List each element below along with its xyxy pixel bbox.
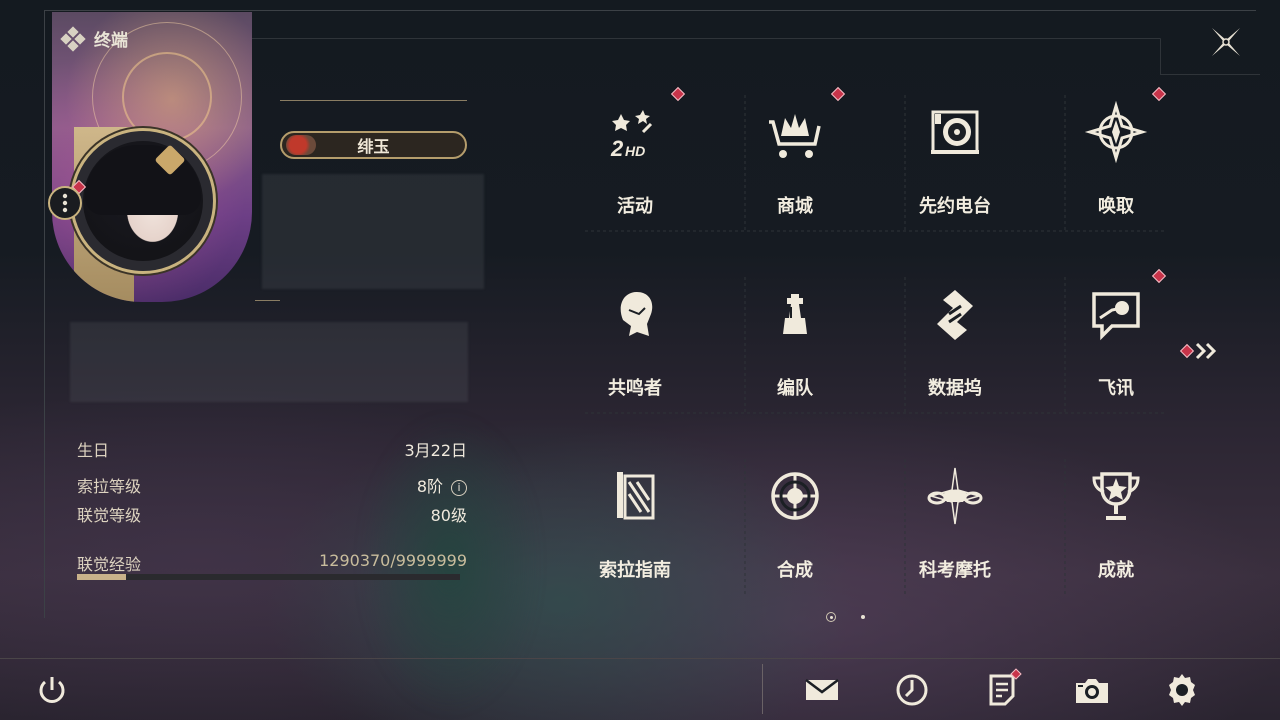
camera-button[interactable] <box>1070 668 1114 712</box>
guidebook-icon <box>617 472 655 520</box>
menu-label: 编队 <box>777 378 813 399</box>
player-name: 绯玉 <box>357 137 390 156</box>
resonator-portrait-icon <box>620 292 653 336</box>
notice-document-icon <box>989 674 1015 706</box>
close-button[interactable] <box>1206 22 1246 62</box>
sol-rank-value: 8阶 i <box>417 473 467 497</box>
menu-item-resonators[interactable]: 共鸣者 <box>585 274 685 414</box>
union-exp-bar <box>77 574 460 580</box>
redacted-signature <box>262 174 484 289</box>
menu-item-guidebook[interactable]: 索拉指南 <box>585 456 685 596</box>
power-icon <box>39 677 65 703</box>
menu-label: 飞讯 <box>1098 378 1134 399</box>
info-icon[interactable]: i <box>451 479 467 496</box>
menu-item-synthesis[interactable]: 合成 <box>745 456 845 596</box>
mail-button[interactable] <box>800 668 844 712</box>
menu-label: 科考摩托 <box>919 560 991 581</box>
frame-line <box>44 10 45 618</box>
avatar[interactable] <box>70 128 216 274</box>
birthday-value: 3月22日 <box>404 441 467 460</box>
bottom-bar-separator <box>762 664 763 714</box>
double-chevron-right-icon <box>1195 342 1217 360</box>
menu-label: 数据坞 <box>928 378 982 399</box>
data-bank-icon <box>937 290 973 340</box>
app-title: 终端 <box>60 25 128 52</box>
union-level-value: 80级 <box>430 506 467 525</box>
menu-label: 商城 <box>777 196 813 217</box>
menu-item-achievements[interactable]: 成就 <box>1066 456 1166 596</box>
page-dot-active[interactable] <box>826 612 836 622</box>
menu-item-team[interactable]: 编队 <box>745 274 845 414</box>
motorbike-icon <box>927 467 983 525</box>
name-badge-avatar <box>286 135 316 155</box>
frame-line <box>1160 74 1260 75</box>
settings-button[interactable] <box>1160 668 1204 712</box>
svg-text:HD: HD <box>625 143 645 159</box>
next-page-button[interactable] <box>1179 338 1224 364</box>
diamond-cluster-icon <box>60 25 86 52</box>
menu-label: 索拉指南 <box>599 560 671 581</box>
mail-icon <box>805 679 839 700</box>
trophy-icon <box>1092 472 1140 520</box>
profile-options-button[interactable] <box>48 186 82 220</box>
frame-line <box>44 10 1256 11</box>
convene-compass-icon <box>1084 100 1148 164</box>
menu-label: 活动 <box>617 196 653 217</box>
birthday-label: 生日 <box>77 441 110 460</box>
close-x-icon <box>1212 28 1240 56</box>
message-chat-icon <box>1092 292 1140 341</box>
union-exp-label: 联觉经验 <box>77 551 142 576</box>
vertical-dots-icon <box>62 193 68 213</box>
menu-label: 共鸣者 <box>608 378 662 399</box>
union-exp-value: 1290370/9999999 <box>319 551 467 570</box>
frame-line <box>1160 38 1161 74</box>
menu-label: 先约电台 <box>919 196 991 217</box>
notice-button[interactable] <box>980 668 1024 712</box>
union-level-label: 联觉等级 <box>77 506 142 525</box>
bottom-bar-divider <box>0 658 1280 659</box>
redacted-info <box>70 322 468 402</box>
shop-cart-crown-icon <box>769 114 821 158</box>
union-exp-fill <box>77 574 127 580</box>
settings-gear-icon <box>1169 674 1195 706</box>
sol-rank-label: 索拉等级 <box>77 477 142 496</box>
menu-item-motorbike[interactable]: 科考摩托 <box>905 456 1005 596</box>
frame-line <box>250 38 1160 39</box>
notification-badge <box>1179 343 1195 359</box>
divider <box>280 100 467 101</box>
history-button[interactable] <box>890 668 934 712</box>
event-2hd-icon: 2 HD <box>610 110 653 161</box>
menu-label: 合成 <box>777 560 813 581</box>
camera-icon <box>1076 679 1108 703</box>
svg-text:2: 2 <box>610 136 624 161</box>
power-button[interactable] <box>30 668 74 712</box>
menu-label: 唤取 <box>1098 196 1134 217</box>
player-name-badge[interactable]: 绯玉 <box>280 131 467 159</box>
divider <box>255 300 280 301</box>
clock-history-icon <box>896 674 928 706</box>
menu-item-shop[interactable]: 商城 <box>745 86 846 232</box>
menu-item-messages[interactable]: 飞讯 <box>1066 268 1167 414</box>
radio-record-icon <box>931 110 979 154</box>
menu-item-radio[interactable]: 先约电台 <box>905 92 1005 232</box>
menu-item-events[interactable]: 2 HD 活动 <box>585 86 686 232</box>
menu-item-convene[interactable]: 唤取 <box>1066 86 1167 232</box>
team-chess-icon <box>783 294 807 334</box>
synthesis-orbit-icon <box>771 472 819 520</box>
app-title-text: 终端 <box>94 31 128 51</box>
menu-label: 成就 <box>1098 560 1134 581</box>
page-dot[interactable] <box>861 615 865 619</box>
menu-item-data-bank[interactable]: 数据坞 <box>905 274 1005 414</box>
